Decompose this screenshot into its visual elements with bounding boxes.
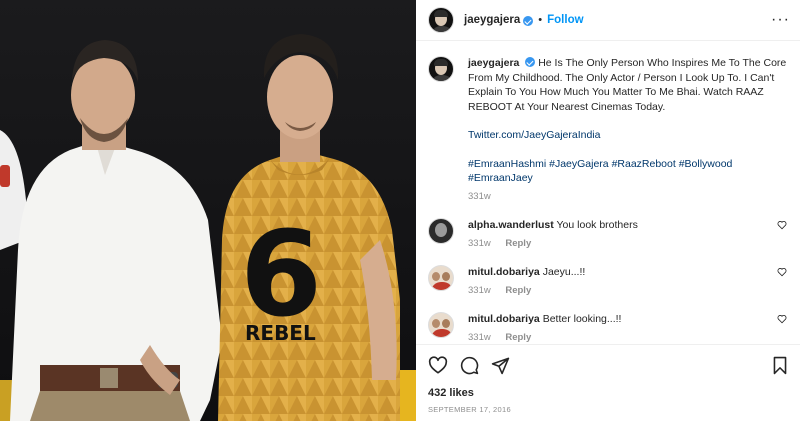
post-date: SEPTEMBER 17, 2016 <box>428 405 511 414</box>
reply-button[interactable]: Reply <box>505 332 531 343</box>
post-actions: 432 likes SEPTEMBER 17, 2016 <box>416 344 800 421</box>
caption-avatar[interactable] <box>428 56 454 82</box>
save-bookmark-icon[interactable] <box>772 356 788 375</box>
comment-time[interactable]: 331w <box>468 238 491 249</box>
comments-list[interactable]: jaeygajera He Is The Only Person Who Ins… <box>416 42 800 342</box>
post-details-panel: jaeygajera • Follow ··· jaeygajera He Is… <box>416 0 800 421</box>
caption-hashtags[interactable]: #EmraanJaey <box>468 172 533 184</box>
caption-time[interactable]: 331w <box>468 191 491 202</box>
author-avatar[interactable] <box>428 7 454 33</box>
likes-count[interactable]: 432 likes <box>428 387 788 399</box>
more-options-icon[interactable]: ··· <box>771 12 790 28</box>
post-header: jaeygajera • Follow ··· <box>416 0 800 41</box>
comment: mitul.dobariya Jaeyu...!! 331w Reply <box>428 265 788 298</box>
comment-username[interactable]: mitul.dobariya <box>468 266 540 278</box>
comment-time[interactable]: 331w <box>468 285 491 296</box>
comment: alpha.wanderlust You look brothers 331w … <box>428 218 788 251</box>
reply-button[interactable]: Reply <box>505 238 531 249</box>
comment-username[interactable]: alpha.wanderlust <box>468 219 554 231</box>
like-comment-heart-icon[interactable] <box>776 267 788 298</box>
caption: jaeygajera He Is The Only Person Who Ins… <box>428 56 788 204</box>
commenter-avatar[interactable] <box>428 265 454 291</box>
follow-button[interactable]: Follow <box>547 14 583 26</box>
comment-time[interactable]: 331w <box>468 332 491 343</box>
caption-hashtags[interactable]: #EmraanHashmi #JaeyGajera #RaazReboot #B… <box>468 158 732 170</box>
caption-link[interactable]: Twitter.com/JaeyGajeraIndia <box>468 129 600 141</box>
post-image[interactable]: 6 REBEL <box>0 0 416 421</box>
comment-bubble-icon[interactable] <box>460 356 479 375</box>
separator-dot: • <box>538 14 543 26</box>
caption-meta: 331w <box>468 190 788 205</box>
comment-text: Better looking...!! <box>542 313 622 325</box>
verified-badge-icon <box>523 16 534 26</box>
post-photo-illustration: 6 REBEL <box>0 0 416 421</box>
share-paper-plane-icon[interactable] <box>491 356 510 375</box>
comment-username[interactable]: mitul.dobariya <box>468 313 540 325</box>
shirt-text: REBEL <box>245 321 316 345</box>
comment-text: You look brothers <box>556 219 638 231</box>
comment: mitul.dobariya Better looking...!! 331w … <box>428 312 788 342</box>
reply-button[interactable]: Reply <box>505 285 531 296</box>
commenter-avatar[interactable] <box>428 312 454 338</box>
verified-badge-icon <box>525 57 536 67</box>
like-comment-heart-icon[interactable] <box>776 314 788 342</box>
like-comment-heart-icon[interactable] <box>776 220 788 251</box>
caption-username[interactable]: jaeygajera <box>468 57 519 69</box>
author-username[interactable]: jaeygajera <box>464 14 520 26</box>
commenter-avatar[interactable] <box>428 218 454 244</box>
comment-text: Jaeyu...!! <box>542 266 586 278</box>
like-heart-icon[interactable] <box>428 356 448 374</box>
